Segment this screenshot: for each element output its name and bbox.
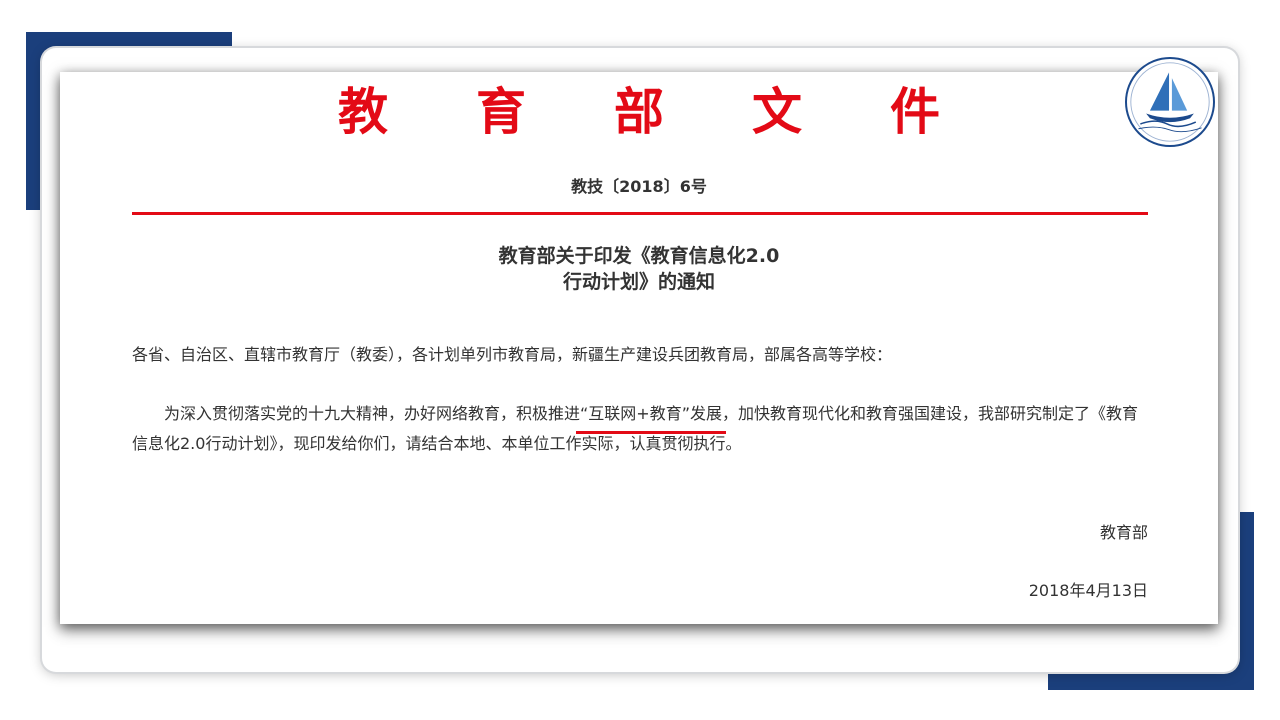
salutation: 各省、自治区、直辖市教育厅（教委），各计划单列市教育局，新疆生产建设兵团教育局，… — [132, 345, 893, 364]
red-divider — [132, 212, 1148, 215]
body-paragraph: 为深入贯彻落实党的十九大精神，办好网络教育，积极推进“互联网+教育”发展，加快教… — [132, 399, 1148, 459]
body-text-before: 为深入贯彻落实党的十九大精神，办好网络教育，积极推进 — [164, 404, 581, 423]
masthead-char: 部 — [614, 82, 664, 141]
title-line-1: 教育部关于印发《教育信息化2.0 — [498, 245, 780, 267]
document-image: 教 育 部 文 件 教技〔2018〕6号 教育部关于印发《教育信息化2.0 行动… — [60, 72, 1218, 624]
masthead-char: 件 — [890, 82, 940, 141]
issue-date: 2018年4月13日 — [1028, 581, 1148, 600]
highlighted-phrase: “互联网+教育”发展 — [576, 399, 727, 434]
document-number: 教技〔2018〕6号 — [571, 177, 707, 196]
masthead: 教 育 部 文 件 — [60, 82, 1218, 142]
school-sail-logo-icon — [1125, 57, 1215, 147]
notice-title: 教育部关于印发《教育信息化2.0 行动计划》的通知 — [60, 243, 1218, 295]
masthead-char: 教 — [338, 82, 388, 141]
masthead-char: 育 — [476, 82, 526, 141]
signature: 教育部 — [1099, 523, 1148, 542]
masthead-char: 文 — [752, 82, 802, 141]
title-line-2: 行动计划》的通知 — [562, 271, 715, 293]
